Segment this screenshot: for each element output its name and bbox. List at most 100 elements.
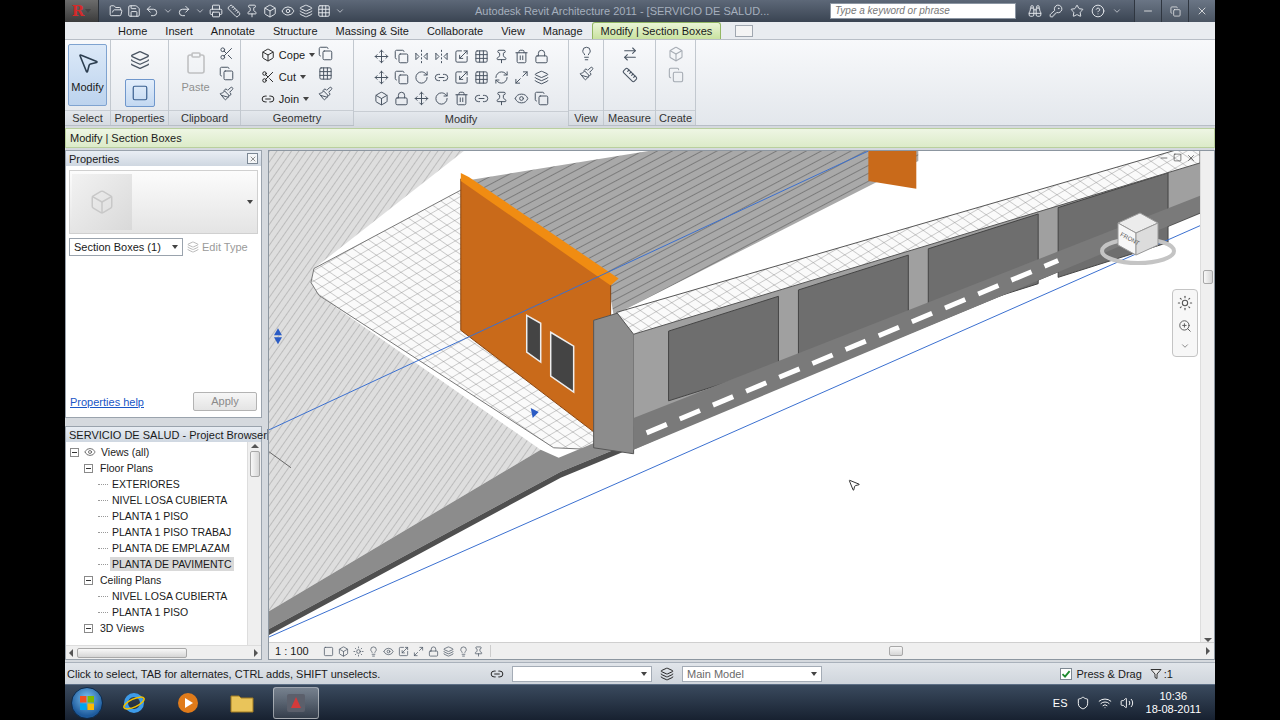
dropdown-caret[interactable] xyxy=(811,672,817,676)
tree-item[interactable]: NIVEL LOSA CUBIERTA xyxy=(66,588,247,604)
dropdown-caret[interactable] xyxy=(303,97,309,101)
language-indicator[interactable]: ES xyxy=(1053,697,1068,709)
press-drag-toggle[interactable]: Press & Drag xyxy=(1060,668,1141,680)
filter-caret[interactable] xyxy=(172,245,178,249)
browser-header[interactable]: SERVICIO DE SALUD - Project Browser xyxy=(66,427,261,442)
subscription-icon[interactable] xyxy=(1049,4,1063,18)
properties-button[interactable] xyxy=(125,46,155,74)
close-icon[interactable] xyxy=(249,155,257,163)
network-icon[interactable] xyxy=(1098,696,1112,710)
ribbon-tab[interactable]: Insert xyxy=(156,22,202,39)
section-box-edge[interactable] xyxy=(269,151,868,430)
volume-icon[interactable] xyxy=(1120,696,1134,710)
measure-icon[interactable] xyxy=(227,4,241,18)
apply-button[interactable]: Apply xyxy=(193,392,257,411)
taskbar-app[interactable] xyxy=(165,687,211,719)
trim-icon[interactable] xyxy=(434,70,449,85)
tree-item[interactable]: PLANTA DE EMPLAZAM xyxy=(66,540,247,556)
detail-level-icon[interactable] xyxy=(323,646,334,657)
restore-button[interactable] xyxy=(1161,0,1188,22)
tree-item[interactable]: 3D Views xyxy=(66,620,247,636)
dimension-icon[interactable] xyxy=(622,67,638,83)
fix-icon[interactable] xyxy=(494,91,509,106)
show-icon[interactable] xyxy=(514,91,529,106)
tree-item[interactable]: PLANTA 1 PISO xyxy=(66,604,247,620)
tree-label[interactable]: PLANTA 1 PISO xyxy=(110,509,190,523)
taskbar-app[interactable] xyxy=(273,687,319,719)
view-close-icon[interactable] xyxy=(1186,153,1196,163)
edit-type-button[interactable]: Edit Type xyxy=(187,241,258,253)
grip-icon[interactable] xyxy=(531,408,539,418)
grid-icon[interactable] xyxy=(474,70,489,85)
tree-label[interactable]: PLANTA DE PAVIMENTC xyxy=(110,557,234,571)
redo-icon[interactable] xyxy=(177,4,191,18)
panel-label[interactable]: Select xyxy=(65,110,110,125)
scroll-right-icon[interactable] xyxy=(254,649,258,657)
copy-icon[interactable] xyxy=(219,66,234,81)
taskbar-app[interactable] xyxy=(219,687,265,719)
split-icon[interactable] xyxy=(454,49,469,64)
lock-icon[interactable] xyxy=(534,49,549,64)
nav-dropdown-icon[interactable] xyxy=(1180,341,1190,351)
crop-icon[interactable] xyxy=(398,646,409,657)
unpin-icon[interactable] xyxy=(494,70,509,85)
rotate-icon[interactable] xyxy=(414,70,429,85)
sun-path-icon[interactable] xyxy=(353,646,364,657)
grip-up-icon[interactable] xyxy=(274,328,282,335)
type-preview[interactable] xyxy=(69,170,258,234)
modify-button[interactable]: Modify xyxy=(68,44,107,106)
paste-button[interactable]: Paste xyxy=(176,44,216,106)
panel-label[interactable]: Clipboard xyxy=(169,110,240,125)
cut-icon[interactable] xyxy=(219,46,234,61)
model-view[interactable] xyxy=(269,151,1200,642)
undo-dropdown-icon[interactable] xyxy=(163,6,173,16)
properties-icon[interactable] xyxy=(130,50,150,70)
ribbon-tab[interactable]: Collaborate xyxy=(418,22,492,39)
show-crop-icon[interactable] xyxy=(413,646,424,657)
lock-view-icon[interactable] xyxy=(428,646,439,657)
scroll-up-icon[interactable] xyxy=(251,444,259,448)
tree-toggle[interactable] xyxy=(84,576,93,585)
tree-label[interactable]: Ceiling Plans xyxy=(98,573,163,587)
browser-vertical-scrollbar[interactable] xyxy=(247,442,261,645)
hide-icon[interactable] xyxy=(579,46,594,61)
tree-item[interactable]: PLANTA 1 PISO xyxy=(66,508,247,524)
restore-icon[interactable] xyxy=(1170,6,1181,17)
reveal-hidden-icon[interactable] xyxy=(458,646,469,657)
tree-label[interactable]: Views (all) xyxy=(99,445,151,459)
close-icon[interactable] xyxy=(1196,5,1208,17)
tree-toggle[interactable] xyxy=(70,448,79,457)
minimize-ribbon-button[interactable] xyxy=(735,25,753,37)
security-icon[interactable] xyxy=(1076,696,1090,710)
ribbon-tab[interactable]: Manage xyxy=(534,22,592,39)
type-properties-icon[interactable] xyxy=(131,84,149,102)
tree-item[interactable]: Ceiling Plans xyxy=(66,572,247,588)
panel-label[interactable]: Create xyxy=(656,110,695,125)
undo-icon[interactable] xyxy=(145,4,159,18)
geometry-button[interactable]: Join xyxy=(261,90,315,108)
mirror-axis-icon[interactable] xyxy=(414,49,429,64)
turn-icon[interactable] xyxy=(434,91,449,106)
workset-dropdown[interactable] xyxy=(512,666,652,682)
thin-lines-icon[interactable] xyxy=(299,4,313,18)
properties-header[interactable]: Properties xyxy=(66,151,261,166)
minimize-button[interactable] xyxy=(1134,0,1161,22)
mirror-draw-icon[interactable] xyxy=(434,49,449,64)
tree-toggle[interactable] xyxy=(84,624,93,633)
tree-label[interactable]: EXTERIORES xyxy=(110,477,182,491)
array-icon[interactable] xyxy=(474,49,489,64)
dropdown-caret[interactable] xyxy=(309,53,315,57)
section-icon[interactable] xyxy=(281,4,295,18)
type-dropdown-caret[interactable] xyxy=(247,200,253,204)
ribbon-tab[interactable]: Structure xyxy=(264,22,327,39)
link-icon[interactable] xyxy=(474,91,489,106)
tree-item[interactable]: EXTERIORES xyxy=(66,476,247,492)
panel-label[interactable]: View xyxy=(569,110,603,125)
view-vertical-scrollbar[interactable] xyxy=(1200,151,1214,642)
dropdown-caret[interactable] xyxy=(641,672,647,676)
tree-label[interactable]: PLANTA DE EMPLAZAM xyxy=(110,541,232,555)
override-icon[interactable] xyxy=(579,66,594,81)
panel-label[interactable]: Geometry xyxy=(241,110,353,125)
tree-label[interactable]: PLANTA 1 PISO TRABAJ xyxy=(110,525,233,539)
close-button[interactable] xyxy=(1188,0,1215,22)
